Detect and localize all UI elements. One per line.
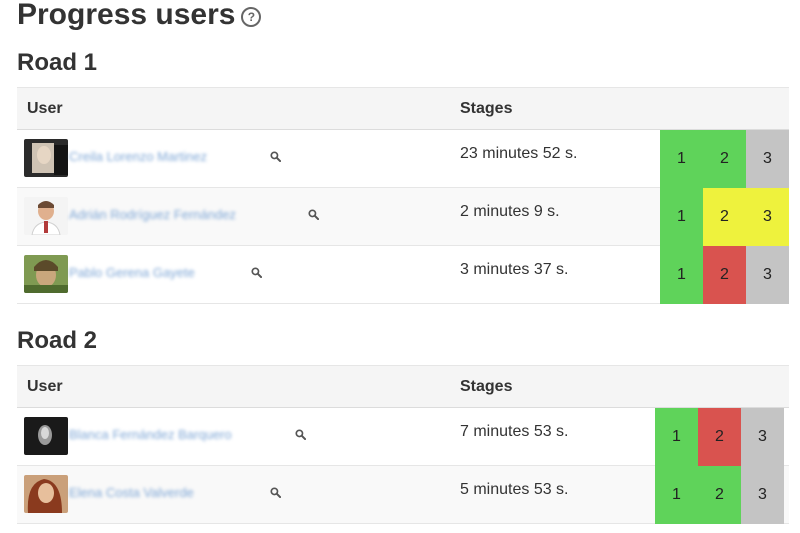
avatar	[24, 197, 68, 235]
avatar	[24, 475, 68, 513]
table-row: Blanca Fernández Barquero 7 minutes 53 s…	[17, 408, 789, 466]
stage-cell: 2	[698, 408, 741, 466]
search-icon[interactable]	[270, 151, 281, 162]
user-link[interactable]: Elena Costa Valverde	[69, 485, 194, 500]
table-header: User Stages	[17, 365, 789, 408]
road-2-table: User Stages Blanca Fernández Barquero 7 …	[17, 365, 789, 524]
avatar	[24, 417, 68, 455]
elapsed-time: 2 minutes 9 s.	[460, 203, 560, 220]
road-1-table: User Stages Creila Lorenzo Martinez 23 m…	[17, 87, 789, 304]
elapsed-time: 7 minutes 53 s.	[460, 423, 569, 440]
table-row: Pablo Gerena Gayete 3 minutes 37 s. 1 2 …	[17, 246, 789, 304]
stage-cell: 2	[703, 246, 746, 304]
search-icon[interactable]	[295, 429, 306, 440]
help-icon[interactable]: ?	[241, 7, 262, 27]
user-link[interactable]: Blanca Fernández Barquero	[69, 427, 232, 442]
stage-cell: 1	[660, 246, 703, 304]
user-link[interactable]: Pablo Gerena Gayete	[69, 265, 195, 280]
stage-cell: 3	[741, 466, 784, 524]
stage-list: 1 2 3	[660, 246, 789, 304]
stage-cell: 1	[660, 188, 703, 246]
stage-cell: 2	[698, 466, 741, 524]
avatar	[24, 139, 68, 177]
stage-cell: 2	[703, 130, 746, 188]
search-icon[interactable]	[308, 209, 319, 220]
page-title: Progress users ?	[17, 0, 262, 34]
stages-column-header: Stages	[460, 378, 513, 395]
stage-cell: 1	[655, 466, 698, 524]
stage-cell: 3	[746, 246, 789, 304]
stage-cell: 3	[746, 130, 789, 188]
stage-cell: 2	[703, 188, 746, 246]
elapsed-time: 5 minutes 53 s.	[460, 481, 569, 498]
stage-list: 1 2 3	[660, 188, 789, 246]
user-link[interactable]: Adrián Rodríguez Fernández	[69, 207, 236, 222]
elapsed-time: 3 minutes 37 s.	[460, 261, 569, 278]
road-title: Road 1	[17, 49, 98, 76]
user-column-header: User	[27, 378, 63, 395]
road-title: Road 2	[17, 327, 98, 354]
stage-cell: 1	[660, 130, 703, 188]
stage-list: 1 2 3	[660, 130, 789, 188]
search-icon[interactable]	[270, 487, 281, 498]
stage-cell: 3	[746, 188, 789, 246]
table-header: User Stages	[17, 87, 789, 130]
search-icon[interactable]	[251, 267, 262, 278]
table-row: Adrián Rodríguez Fernández 2 minutes 9 s…	[17, 188, 789, 246]
avatar	[24, 255, 68, 293]
stage-list: 1 2 3	[655, 408, 784, 466]
user-link[interactable]: Creila Lorenzo Martinez	[69, 149, 207, 164]
stage-cell: 3	[741, 408, 784, 466]
progress-users-page: Progress users ? Road 1 User Stages Crei…	[0, 0, 800, 533]
table-row: Creila Lorenzo Martinez 23 minutes 52 s.…	[17, 130, 789, 188]
table-row: Elena Costa Valverde 5 minutes 53 s. 1 2…	[17, 466, 789, 524]
page-title-text: Progress users	[17, 0, 236, 31]
user-column-header: User	[27, 100, 63, 117]
stages-column-header: Stages	[460, 100, 513, 117]
stage-list: 1 2 3	[655, 466, 784, 524]
elapsed-time: 23 minutes 52 s.	[460, 145, 578, 162]
stage-cell: 1	[655, 408, 698, 466]
